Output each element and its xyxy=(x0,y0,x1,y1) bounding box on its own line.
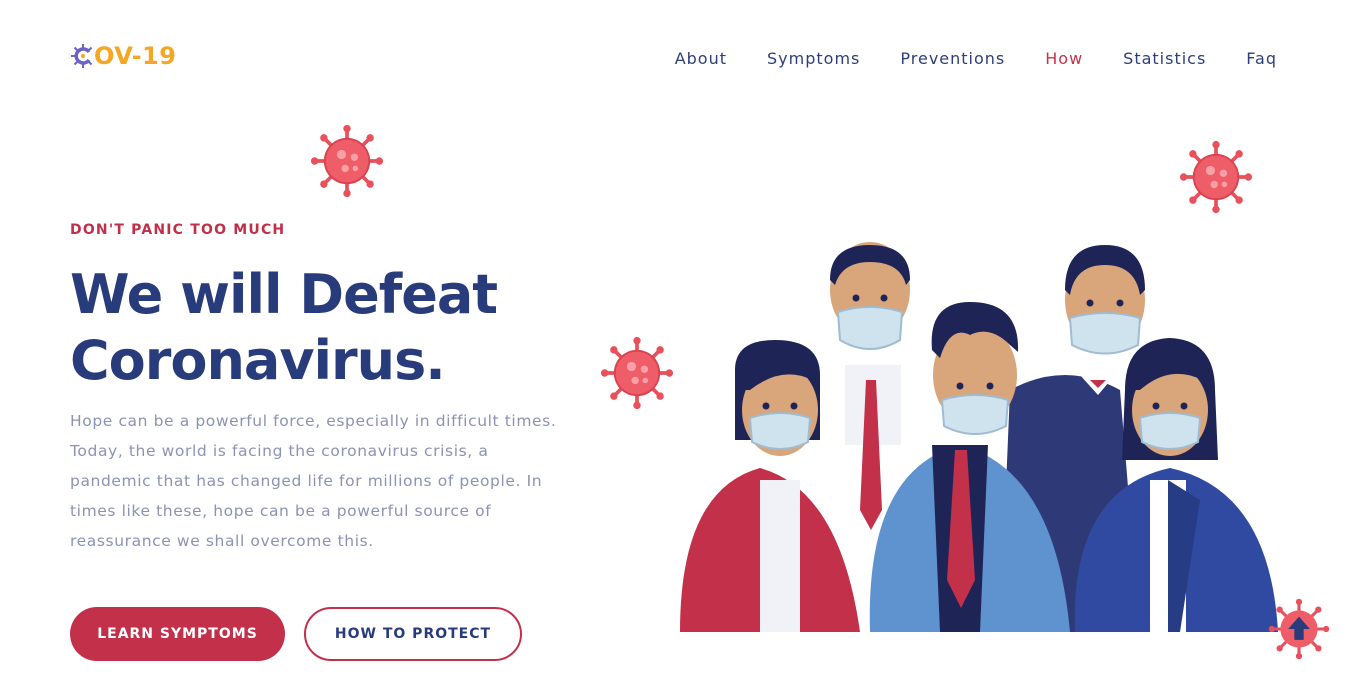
logo-text: OV-19 xyxy=(94,42,177,70)
learn-symptoms-button[interactable]: LEARN SYMPTOMS xyxy=(70,607,285,661)
hero-headline-line2: Coronavirus. xyxy=(70,329,446,392)
nav-item-symptoms[interactable]: Symptoms xyxy=(767,49,860,68)
masked-people-illustration xyxy=(680,242,1278,632)
logo[interactable]: OV-19 xyxy=(70,40,176,72)
nav-item-about[interactable]: About xyxy=(675,49,727,68)
coronavirus-icon xyxy=(1179,140,1253,214)
person-back-left xyxy=(830,242,910,530)
how-to-protect-button[interactable]: HOW TO PROTECT xyxy=(304,607,522,661)
scroll-to-top-button[interactable] xyxy=(1268,598,1330,660)
person-left-woman xyxy=(680,340,860,632)
nav-item-faq[interactable]: Faq xyxy=(1246,49,1277,68)
nav-item-how[interactable]: How xyxy=(1045,49,1083,68)
nav-item-preventions[interactable]: Preventions xyxy=(900,49,1005,68)
hero-eyebrow: DON'T PANIC TOO MUCH xyxy=(70,222,286,238)
main-nav: About Symptoms Preventions How Statistic… xyxy=(675,49,1277,68)
hero-headline-line1: We will Defeat xyxy=(70,263,498,326)
virus-c-icon xyxy=(71,44,93,68)
hero-headline: We will Defeat Coronavirus. xyxy=(70,262,630,394)
coronavirus-icon xyxy=(310,124,384,198)
nav-item-statistics[interactable]: Statistics xyxy=(1123,49,1206,68)
hero-lead: Hope can be a powerful force, especially… xyxy=(70,412,557,550)
